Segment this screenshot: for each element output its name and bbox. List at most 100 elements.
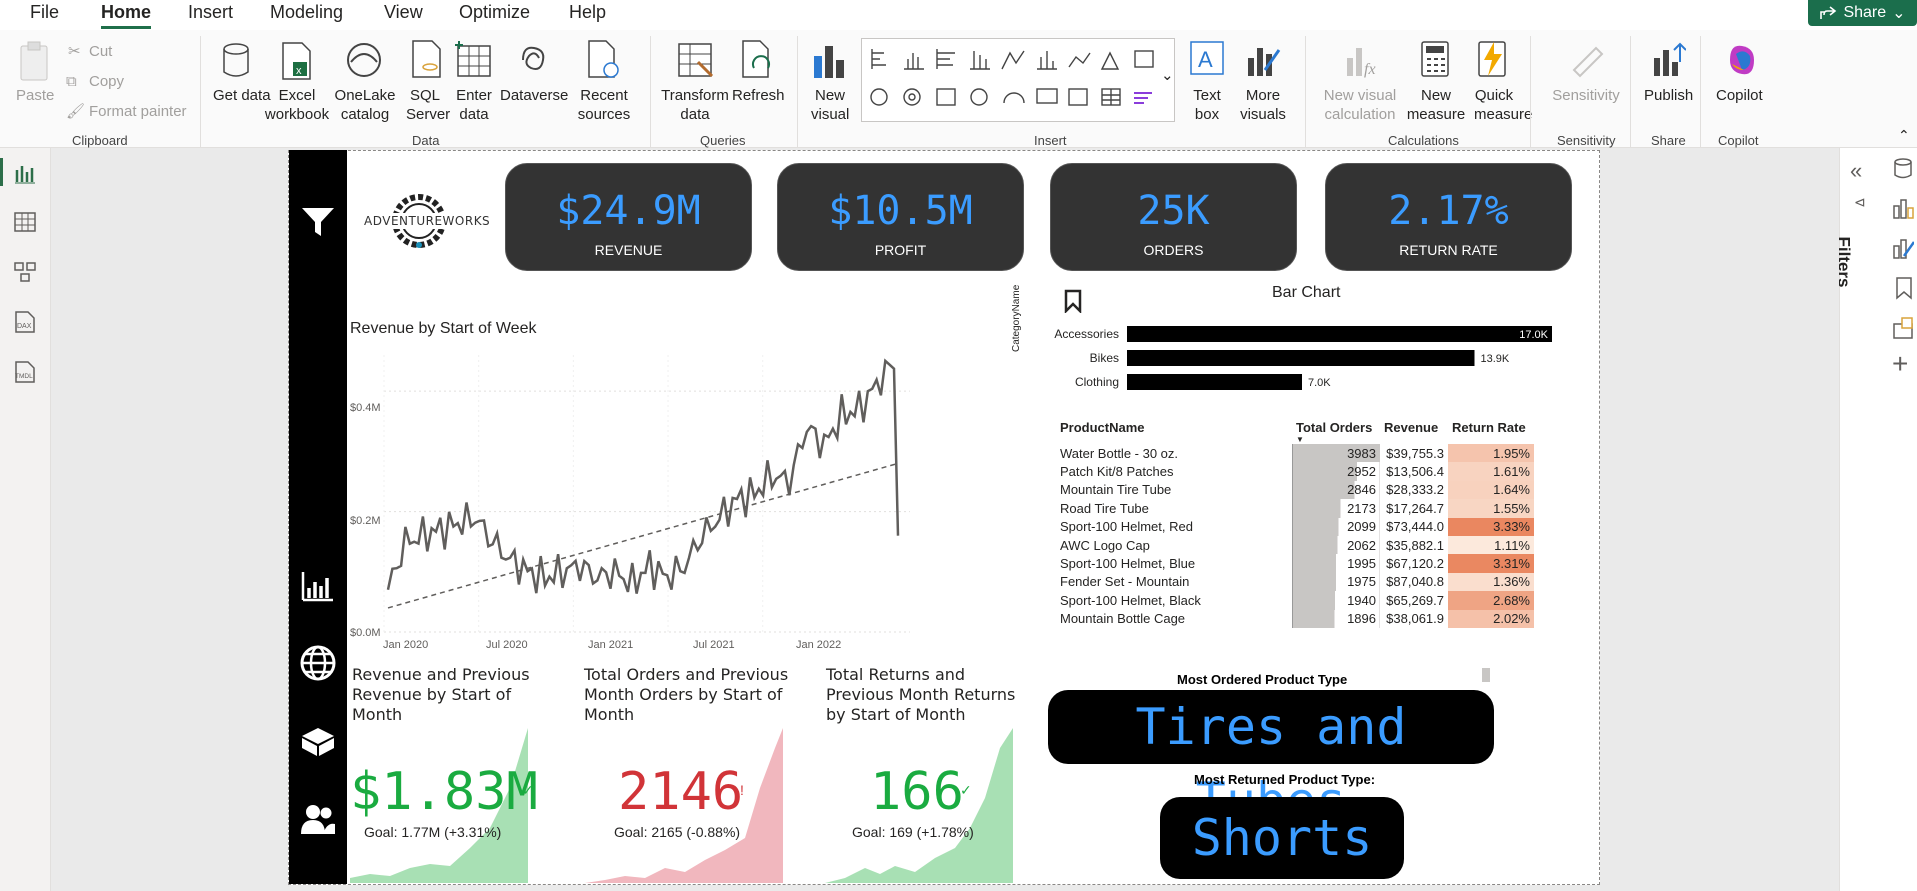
paste-button[interactable]: Paste bbox=[16, 86, 54, 105]
new-visual-calculation-button[interactable]: New visual calculation bbox=[1314, 86, 1406, 124]
filters-pane-tab[interactable]: Filters bbox=[1835, 220, 1874, 310]
report-view-icon[interactable] bbox=[13, 162, 37, 186]
y-tick-0: $0.0M bbox=[350, 627, 381, 639]
excel-workbook-button[interactable]: Excel workbook bbox=[262, 86, 332, 124]
refresh-button[interactable]: Refresh bbox=[732, 86, 785, 105]
menu-help[interactable]: Help bbox=[565, 2, 610, 23]
cell-revenue: $87,040.8 bbox=[1386, 574, 1444, 590]
funnel-icon[interactable] bbox=[300, 206, 336, 238]
bar[interactable] bbox=[1127, 374, 1302, 390]
share-button[interactable]: Share ⌄ bbox=[1808, 0, 1917, 26]
bookmark-icon[interactable] bbox=[1063, 289, 1083, 313]
column-header[interactable]: Return Rate bbox=[1448, 418, 1534, 444]
table-row[interactable]: Sport-100 Helmet, Blue 1995 $67,120.2 3.31% bbox=[1056, 554, 1534, 573]
column-header[interactable]: Revenue bbox=[1380, 418, 1448, 444]
recent-sources-button[interactable]: Recent sources bbox=[571, 86, 637, 124]
cell-return-rate: 1.61% bbox=[1448, 462, 1534, 481]
kpi-label: ORDERS bbox=[1143, 242, 1204, 258]
table-row[interactable]: Road Tire Tube 2173 $17,264.7 1.55% bbox=[1056, 499, 1534, 518]
quick-measure-button[interactable]: Quick measure bbox=[1474, 86, 1532, 124]
menu-insert[interactable]: Insert bbox=[184, 2, 237, 23]
sql-server-button[interactable]: SQL Server bbox=[406, 86, 450, 124]
format-visual-icon[interactable] bbox=[1892, 236, 1914, 260]
bar[interactable] bbox=[1127, 326, 1552, 342]
table-row[interactable]: Mountain Tire Tube 2846 $28,333.2 1.64% bbox=[1056, 480, 1534, 500]
column-header[interactable]: Total Orders ▼ bbox=[1292, 418, 1380, 444]
globe-icon[interactable] bbox=[299, 644, 337, 682]
transform-data-button[interactable]: Transform data bbox=[661, 86, 729, 124]
menu-optimize[interactable]: Optimize bbox=[455, 2, 534, 23]
category-bar-chart[interactable]: Accessories 17.0K Bikes 13.9K Clothing 7.0K bbox=[1030, 322, 1560, 398]
more-visuals-button[interactable]: More visuals bbox=[1232, 86, 1294, 124]
copilot-button[interactable]: Copilot bbox=[1716, 86, 1763, 105]
tmdl-view-icon[interactable]: TMDL bbox=[13, 360, 37, 384]
table-row[interactable]: Patch Kit/8 Patches 2952 $13,506.4 1.61% bbox=[1056, 462, 1534, 481]
cut-button[interactable]: Cut bbox=[89, 42, 112, 61]
menu-home[interactable]: Home bbox=[97, 2, 155, 29]
scrollbar[interactable] bbox=[1482, 668, 1490, 682]
cell-return-rate: 2.02% bbox=[1448, 609, 1534, 628]
box-icon[interactable] bbox=[299, 724, 337, 758]
onelake-catalog-button[interactable]: OneLake catalog bbox=[334, 86, 396, 124]
model-view-icon[interactable] bbox=[13, 260, 37, 284]
format-painter-icon: 🖌 bbox=[66, 103, 86, 120]
users-icon[interactable] bbox=[299, 802, 337, 836]
excel-icon: x bbox=[282, 42, 311, 80]
cell-total-orders: 1995 bbox=[1291, 554, 1380, 573]
active-view-indicator bbox=[0, 158, 3, 186]
text-box-button[interactable]: Text box bbox=[1190, 86, 1224, 124]
publish-button[interactable]: Publish bbox=[1644, 86, 1693, 105]
bookmark-pane-icon[interactable] bbox=[1894, 276, 1914, 300]
new-measure-button[interactable]: New measure bbox=[1406, 86, 1466, 124]
kpi-card-return-rate[interactable]: 2.17% RETURN RATE bbox=[1325, 163, 1572, 271]
table-view-icon[interactable] bbox=[13, 210, 37, 234]
quick-measure-icon bbox=[1478, 41, 1506, 77]
visual-gallery[interactable] bbox=[861, 38, 1175, 122]
column-header[interactable]: ProductName bbox=[1056, 418, 1292, 444]
revenue-line-chart[interactable]: $0.0M $0.2M $0.4M Jan 2020 Jul 2020 Jan … bbox=[348, 345, 928, 655]
collapse-ribbon-icon[interactable]: ⌃ bbox=[1898, 126, 1910, 145]
dax-query-view-icon[interactable]: DAX bbox=[13, 310, 37, 334]
cell-return-rate: 1.36% bbox=[1448, 572, 1534, 592]
bar-chart-nav-icon[interactable] bbox=[300, 570, 336, 604]
kpi-label: RETURN RATE bbox=[1399, 242, 1498, 258]
selection-pane-icon[interactable] bbox=[1892, 316, 1914, 340]
table-row[interactable]: Sport-100 Helmet, Red 2099 $73,444.0 3.33% bbox=[1056, 517, 1534, 536]
table-row[interactable]: Mountain Bottle Cage 1896 $38,061.9 2.02% bbox=[1056, 609, 1534, 628]
kpi-card-revenue[interactable]: $24.9M REVENUE bbox=[505, 163, 752, 271]
cell-total-orders: 2062 bbox=[1291, 535, 1380, 555]
x-tick-1: Jul 2020 bbox=[486, 639, 528, 651]
bar-data-label: 7.0K bbox=[1308, 377, 1331, 389]
table-row[interactable]: Fender Set - Mountain 1975 $87,040.8 1.36% bbox=[1056, 572, 1534, 592]
new-visual-icon bbox=[814, 46, 844, 78]
recent-sources-icon bbox=[588, 40, 619, 78]
filter-icon: ⊲ bbox=[1854, 194, 1866, 210]
new-visual-button[interactable]: New visual bbox=[811, 86, 849, 124]
kpi-card-profit[interactable]: $10.5M PROFIT bbox=[777, 163, 1024, 271]
menu-modeling[interactable]: Modeling bbox=[266, 2, 347, 23]
add-pane-icon[interactable]: + bbox=[1892, 348, 1908, 380]
build-visual-icon[interactable] bbox=[1892, 196, 1914, 220]
ribbon: Paste ✂ Cut ⧉ Copy 🖌 Format painter Clip… bbox=[0, 30, 1917, 148]
kpi-card-orders[interactable]: 25K ORDERS bbox=[1050, 163, 1297, 271]
gallery-expand-icon[interactable]: ⌄ bbox=[1161, 66, 1174, 85]
product-table[interactable]: ProductName Total Orders ▼ Revenue Return… bbox=[1056, 418, 1535, 628]
sensitivity-button[interactable]: Sensitivity bbox=[1550, 86, 1622, 105]
dataverse-button[interactable]: Dataverse bbox=[500, 86, 568, 105]
cell-total-orders: 1940 bbox=[1291, 591, 1380, 610]
svg-text:DAX: DAX bbox=[17, 323, 32, 330]
table-row[interactable]: Sport-100 Helmet, Black 1940 $65,269.7 2.68… bbox=[1056, 591, 1534, 610]
data-pane-icon[interactable] bbox=[1892, 156, 1914, 180]
enter-data-button[interactable]: Enter data bbox=[456, 86, 492, 124]
group-data: Data bbox=[412, 133, 440, 148]
copy-button[interactable]: Copy bbox=[89, 72, 124, 91]
table-row[interactable]: AWC Logo Cap 2062 $35,882.1 1.11% bbox=[1056, 535, 1534, 555]
format-painter-button[interactable]: Format painter bbox=[89, 102, 187, 121]
bar[interactable] bbox=[1127, 350, 1475, 366]
menu-view[interactable]: View bbox=[380, 2, 427, 23]
menu-file[interactable]: File bbox=[26, 2, 63, 23]
revenue-series-line[interactable] bbox=[386, 358, 900, 594]
table-row[interactable]: Water Bottle - 30 oz. 3983 $39,755.3 1.95% bbox=[1056, 444, 1534, 463]
publish-icon bbox=[1654, 42, 1686, 76]
collapse-filters-icon[interactable]: « bbox=[1850, 158, 1862, 184]
